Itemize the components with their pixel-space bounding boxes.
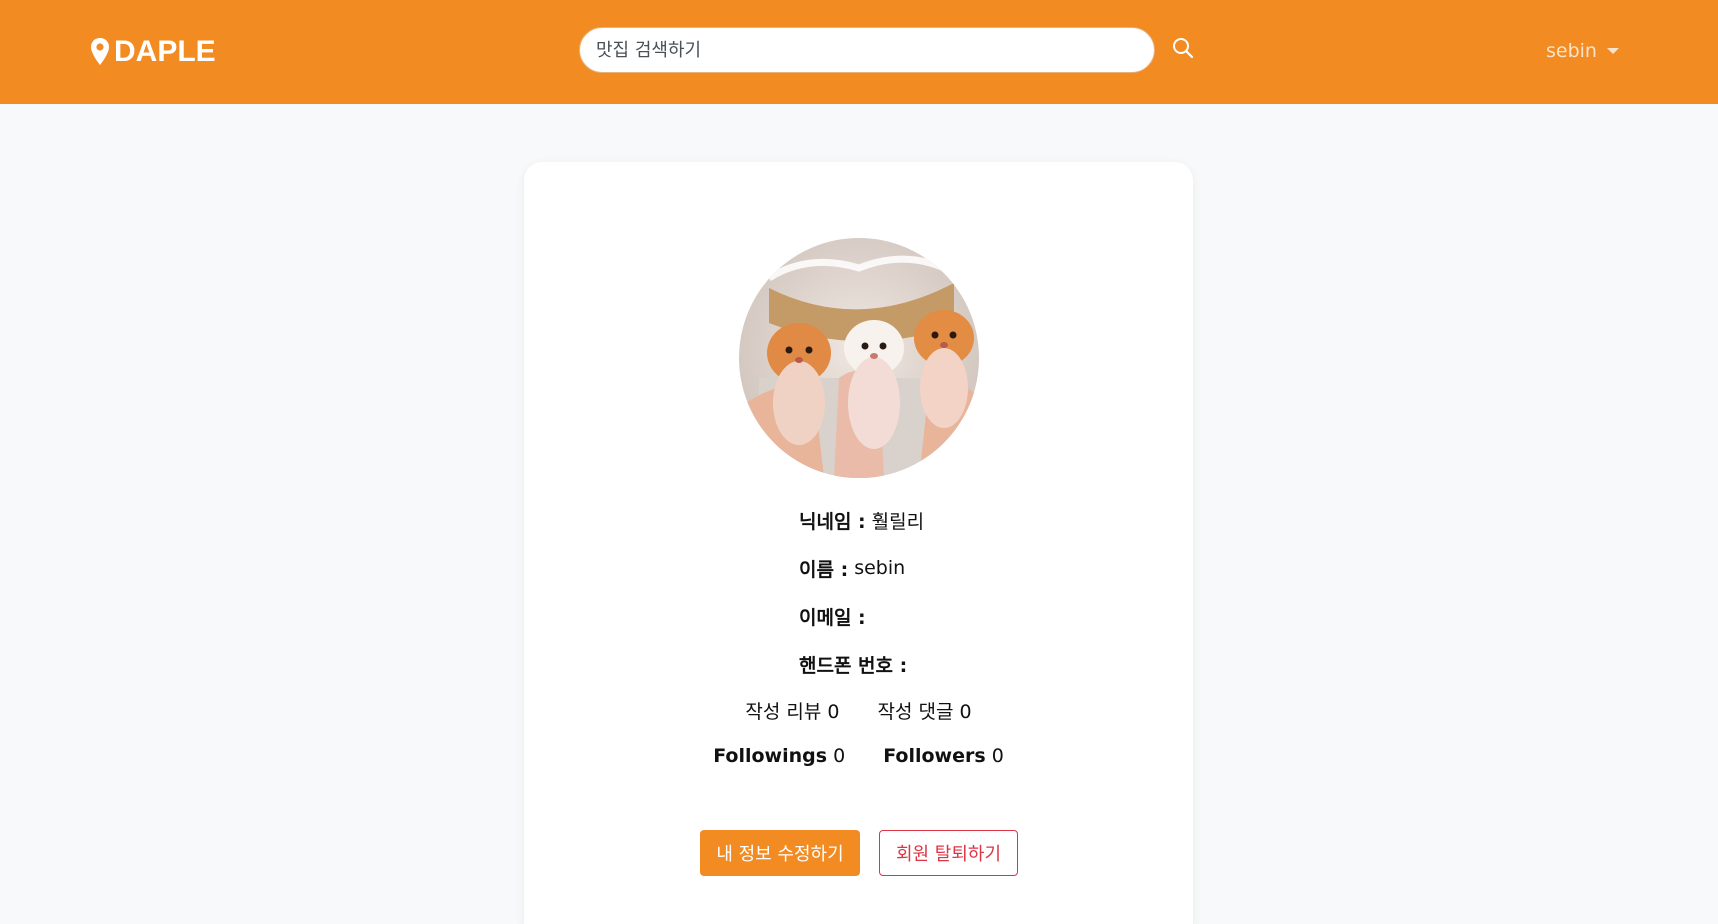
location-pin-icon xyxy=(90,37,110,67)
followers-stat[interactable]: Followers 0 xyxy=(883,745,1004,773)
followings-stat[interactable]: Followings 0 xyxy=(713,745,845,773)
followers-count: 0 xyxy=(991,745,1004,767)
email-row: 이메일 : xyxy=(799,602,872,630)
phone-row: 핸드폰 번호 : xyxy=(799,650,913,678)
nickname-row: 닉네임 : 훨릴리 xyxy=(799,506,924,534)
edit-profile-button[interactable]: 내 정보 수정하기 xyxy=(700,830,860,876)
username-label: sebin xyxy=(1546,40,1597,62)
withdraw-account-button[interactable]: 회원 탈퇴하기 xyxy=(879,830,1018,876)
search-button[interactable] xyxy=(1170,37,1196,63)
followers-label: Followers xyxy=(883,745,986,767)
search-input[interactable] xyxy=(579,27,1155,73)
followings-count: 0 xyxy=(833,745,846,767)
name-value: sebin xyxy=(854,557,906,579)
brand-name: DAPLE xyxy=(114,35,216,68)
comment-count: 작성 댓글 0 xyxy=(877,701,972,723)
activity-stats: 작성 리뷰 0 작성 댓글 0 xyxy=(524,697,1193,725)
nickname-label: 닉네임 : xyxy=(799,510,866,533)
top-navbar: DAPLE sebin xyxy=(0,0,1718,104)
follow-stats: Followings 0 Followers 0 xyxy=(524,745,1193,773)
name-row: 이름 : sebin xyxy=(799,554,905,582)
name-label: 이름 : xyxy=(799,558,849,581)
review-count: 작성 리뷰 0 xyxy=(745,701,840,723)
email-label: 이메일 : xyxy=(799,606,866,629)
caret-down-icon xyxy=(1606,48,1619,54)
brand-logo-link[interactable]: DAPLE xyxy=(90,34,216,70)
nickname-value: 훨릴리 xyxy=(871,510,925,533)
profile-card: 닉네임 : 훨릴리 이름 : sebin 이메일 : 핸드폰 번호 : 작성 리… xyxy=(524,162,1193,924)
profile-avatar xyxy=(739,238,979,478)
search-icon xyxy=(1172,37,1194,63)
followings-label: Followings xyxy=(713,745,828,767)
user-dropdown-toggle[interactable]: sebin xyxy=(1546,38,1619,64)
phone-label: 핸드폰 번호 : xyxy=(799,654,908,677)
